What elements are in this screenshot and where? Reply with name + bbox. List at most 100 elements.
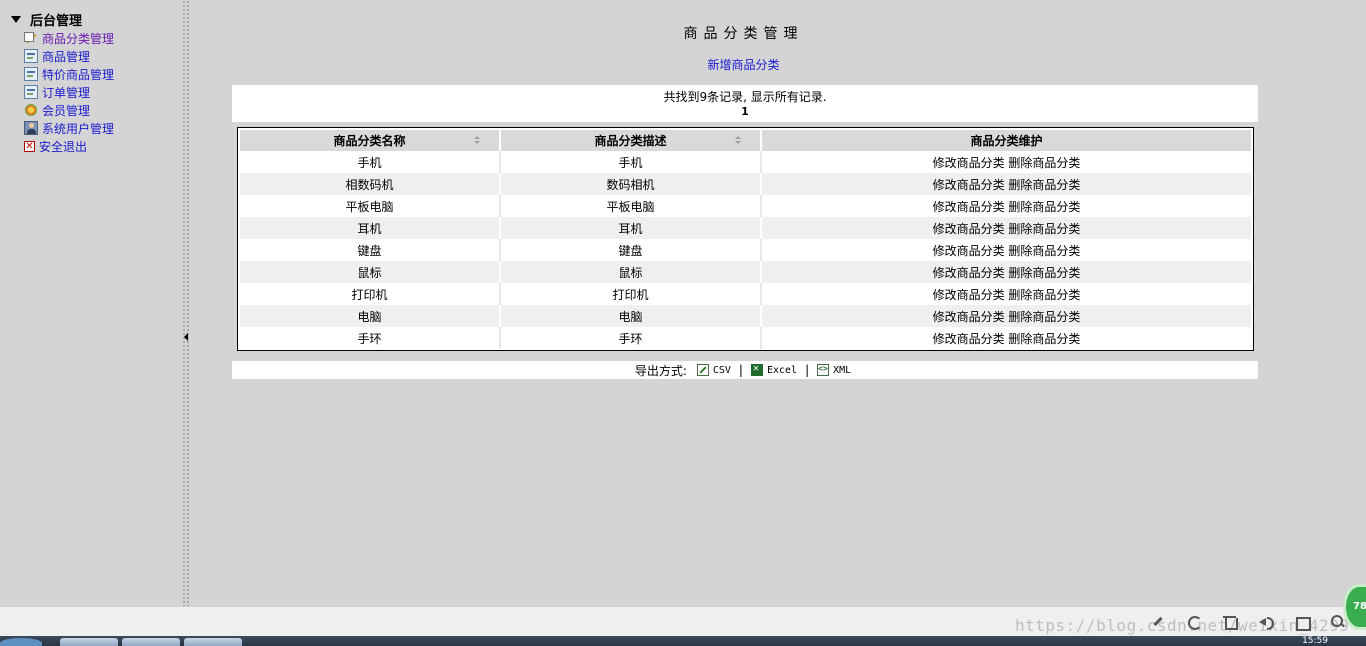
- page-title: 商品分类管理: [683, 26, 804, 42]
- table-row: 电脑 电脑 修改商品分类 删除商品分类: [240, 305, 1251, 327]
- sidebar: 后台管理 商品分类管理 商品管理 特价商品管理 订单管理 会员管理 系统用户管理…: [0, 0, 182, 606]
- product-icon: [24, 49, 38, 63]
- sidebar-item-label[interactable]: 安全退出: [39, 138, 87, 155]
- tree-root[interactable]: 后台管理: [11, 10, 82, 29]
- table-row: 手环 手环 修改商品分类 删除商品分类: [240, 327, 1251, 349]
- table-row: 鼠标 鼠标 修改商品分类 删除商品分类: [240, 261, 1251, 283]
- category-name-cell: 键盘: [240, 239, 501, 261]
- edit-category-link[interactable]: 修改商品分类: [933, 156, 1005, 170]
- edit-category-link[interactable]: 修改商品分类: [933, 288, 1005, 302]
- sidebar-item-label[interactable]: 特价商品管理: [42, 66, 114, 83]
- edit-category-link[interactable]: 修改商品分类: [933, 244, 1005, 258]
- sidebar-item-label[interactable]: 系统用户管理: [42, 120, 114, 137]
- column-header-label: 商品分类名称: [333, 134, 406, 148]
- delete-category-link[interactable]: 删除商品分类: [1008, 332, 1080, 346]
- delete-category-link[interactable]: 删除商品分类: [1008, 178, 1080, 192]
- export-xml-button[interactable]: XML: [817, 364, 851, 376]
- table-row: 平板电脑 平板电脑 修改商品分类 删除商品分类: [240, 195, 1251, 217]
- sidebar-item-orders[interactable]: 订单管理: [24, 83, 114, 101]
- category-desc-cell: 键盘: [501, 239, 762, 261]
- column-header-label: 商品分类描述: [594, 134, 667, 148]
- edit-category-link[interactable]: 修改商品分类: [933, 332, 1005, 346]
- refresh-icon[interactable]: [1186, 614, 1202, 630]
- notification-badge[interactable]: 78: [1346, 587, 1366, 627]
- export-label: 导出方式:: [634, 363, 687, 378]
- records-summary: 共找到9条记录, 显示所有记录. 1: [232, 85, 1258, 122]
- delete-category-link[interactable]: 删除商品分类: [1008, 244, 1080, 258]
- category-name-cell: 平板电脑: [240, 195, 501, 217]
- actions-cell: 修改商品分类 删除商品分类: [762, 173, 1251, 195]
- table-row: 相数码机 数码相机 修改商品分类 删除商品分类: [240, 173, 1251, 195]
- category-desc-cell: 手环: [501, 327, 762, 349]
- sidebar-item-category[interactable]: 商品分类管理: [24, 29, 114, 47]
- browser-status-bar: https://blog.csdn.net/weixin_4299: [0, 606, 1366, 636]
- category-name-cell: 鼠标: [240, 261, 501, 283]
- delete-category-link[interactable]: 删除商品分类: [1008, 288, 1080, 302]
- category-name-cell: 相数码机: [240, 173, 501, 195]
- edit-category-link[interactable]: 修改商品分类: [933, 266, 1005, 280]
- sidebar-item-products[interactable]: 商品管理: [24, 47, 114, 65]
- delete-category-link[interactable]: 删除商品分类: [1008, 222, 1080, 236]
- add-category-link[interactable]: 新增商品分类: [191, 56, 1296, 73]
- category-desc-cell: 平板电脑: [501, 195, 762, 217]
- user-icon: [24, 121, 38, 135]
- xml-icon: [817, 364, 830, 376]
- delete-category-link[interactable]: 删除商品分类: [1008, 266, 1080, 280]
- page-number[interactable]: 1: [232, 105, 1258, 118]
- delete-category-link[interactable]: 删除商品分类: [1008, 310, 1080, 324]
- sidebar-item-system-users[interactable]: 系统用户管理: [24, 119, 114, 137]
- export-format-label: Excel: [766, 364, 798, 376]
- edit-category-link[interactable]: 修改商品分类: [933, 200, 1005, 214]
- exit-icon: ✕: [24, 140, 35, 152]
- export-format-label: CSV: [712, 364, 731, 376]
- sidebar-splitter[interactable]: [182, 0, 191, 606]
- trash-icon[interactable]: [1222, 614, 1238, 630]
- sidebar-item-label[interactable]: 订单管理: [42, 84, 90, 101]
- taskbar-app-button[interactable]: [184, 638, 242, 646]
- edit-category-link[interactable]: 修改商品分类: [933, 222, 1005, 236]
- sort-icon[interactable]: [474, 136, 481, 145]
- window-icon[interactable]: [1294, 614, 1311, 631]
- category-desc-cell: 电脑: [501, 305, 762, 327]
- column-header-name[interactable]: 商品分类名称: [240, 130, 501, 151]
- sidebar-item-sale-products[interactable]: 特价商品管理: [24, 65, 114, 83]
- actions-cell: 修改商品分类 删除商品分类: [762, 305, 1251, 327]
- taskbar-app-button[interactable]: [60, 638, 118, 646]
- sidebar-item-label[interactable]: 商品管理: [42, 48, 90, 65]
- category-name-cell: 手机: [240, 151, 501, 173]
- sidebar-item-logout[interactable]: ✕ 安全退出: [24, 137, 114, 155]
- sidebar-item-label[interactable]: 商品分类管理: [42, 30, 114, 47]
- delete-category-link[interactable]: 删除商品分类: [1008, 200, 1080, 214]
- column-header-actions: 商品分类维护: [762, 130, 1251, 151]
- sidebar-item-members[interactable]: 会员管理: [24, 101, 114, 119]
- actions-cell: 修改商品分类 删除商品分类: [762, 327, 1251, 349]
- actions-cell: 修改商品分类 删除商品分类: [762, 195, 1251, 217]
- edit-category-link[interactable]: 修改商品分类: [933, 310, 1005, 324]
- sort-icon[interactable]: [735, 136, 742, 145]
- actions-cell: 修改商品分类 删除商品分类: [762, 239, 1251, 261]
- volume-icon[interactable]: [1258, 614, 1274, 630]
- category-name-cell: 打印机: [240, 283, 501, 305]
- table-header-row: 商品分类名称 商品分类描述 商品分类维护: [240, 130, 1251, 151]
- collapse-left-icon[interactable]: [184, 333, 188, 341]
- start-button[interactable]: [0, 638, 42, 646]
- category-name-cell: 耳机: [240, 217, 501, 239]
- column-header-description[interactable]: 商品分类描述: [501, 130, 762, 151]
- export-excel-button[interactable]: Excel: [750, 363, 798, 376]
- search-icon[interactable]: [1330, 614, 1346, 630]
- export-separator: |: [805, 363, 810, 377]
- table-row: 手机 手机 修改商品分类 删除商品分类: [240, 151, 1251, 173]
- export-csv-button[interactable]: CSV: [696, 364, 731, 376]
- sidebar-item-label[interactable]: 会员管理: [42, 102, 90, 119]
- table-row: 键盘 键盘 修改商品分类 删除商品分类: [240, 239, 1251, 261]
- collapse-triangle-icon[interactable]: [11, 15, 21, 23]
- edit-category-link[interactable]: 修改商品分类: [933, 178, 1005, 192]
- os-taskbar: 15:59: [0, 636, 1366, 646]
- edit-icon: [24, 31, 38, 45]
- category-desc-cell: 打印机: [501, 283, 762, 305]
- delete-category-link[interactable]: 删除商品分类: [1008, 156, 1080, 170]
- taskbar-clock[interactable]: 15:59: [1302, 636, 1328, 646]
- taskbar-app-button[interactable]: [122, 638, 180, 646]
- actions-cell: 修改商品分类 删除商品分类: [762, 151, 1251, 173]
- pin-icon[interactable]: [1150, 614, 1166, 630]
